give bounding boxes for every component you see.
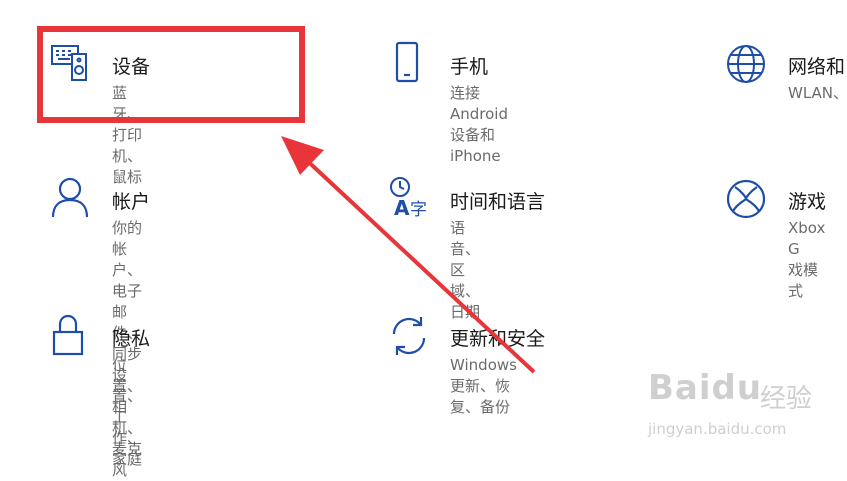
watermark-text: 经验 <box>760 384 813 414</box>
watermark-logo: Baidu <box>648 368 763 408</box>
watermark: Baidu 经验 jingyan.baidu.com <box>648 368 843 448</box>
watermark-url: jingyan.baidu.com <box>648 420 787 438</box>
